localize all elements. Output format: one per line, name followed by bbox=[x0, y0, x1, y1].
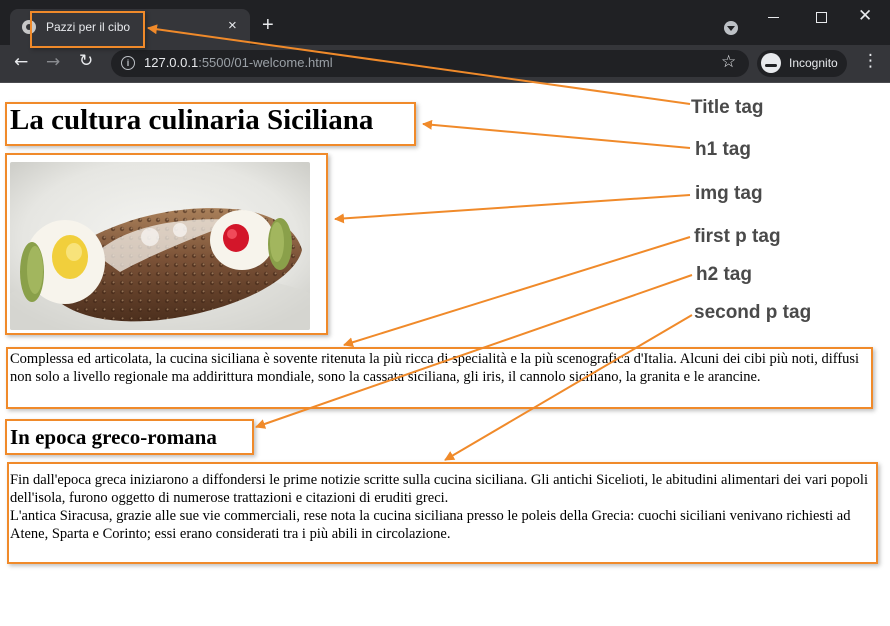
img-tag-label: img tag bbox=[695, 183, 763, 204]
second-p-tag-label: second p tag bbox=[694, 302, 812, 323]
first-p-tag-label: first p tag bbox=[694, 226, 781, 247]
arrow-h1 bbox=[422, 119, 691, 149]
arrow-img bbox=[334, 194, 691, 224]
h1-tag-label: h1 tag bbox=[695, 139, 751, 160]
arrow-h2 bbox=[255, 274, 693, 429]
title-tag-label: Title tag bbox=[691, 97, 764, 118]
arrow-second-p bbox=[444, 314, 693, 461]
arrow-title bbox=[147, 24, 691, 105]
h2-tag-label: h2 tag bbox=[696, 264, 752, 285]
arrow-first-p bbox=[343, 236, 691, 348]
